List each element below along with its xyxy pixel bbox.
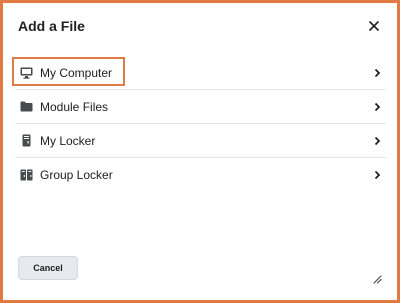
computer-icon bbox=[19, 66, 33, 80]
file-source-label: My Locker bbox=[40, 133, 96, 148]
locker-icon bbox=[19, 134, 33, 148]
file-source-label: Group Locker bbox=[40, 167, 113, 182]
cancel-button[interactable]: Cancel bbox=[18, 256, 78, 280]
group-locker-icon bbox=[19, 168, 33, 182]
chevron-right-icon bbox=[372, 135, 382, 147]
file-source-group-locker[interactable]: Group Locker bbox=[15, 158, 386, 191]
chevron-right-icon bbox=[372, 101, 382, 113]
file-source-list: My Computer Module Files My Locker Group… bbox=[15, 56, 386, 191]
file-source-my-computer[interactable]: My Computer bbox=[15, 56, 386, 90]
file-source-label: My Computer bbox=[40, 65, 113, 80]
close-icon bbox=[369, 21, 379, 31]
file-source-my-locker[interactable]: My Locker bbox=[15, 124, 386, 158]
chevron-right-icon bbox=[372, 67, 382, 79]
folder-icon bbox=[19, 100, 33, 114]
resize-handle-icon[interactable] bbox=[372, 271, 382, 284]
add-file-dialog: Add a File My Computer Module Files My L… bbox=[3, 3, 397, 300]
dialog-title: Add a File bbox=[18, 18, 85, 34]
file-source-label: Module Files bbox=[40, 99, 109, 114]
file-source-module-files[interactable]: Module Files bbox=[15, 90, 386, 124]
chevron-right-icon bbox=[372, 169, 382, 181]
close-button[interactable] bbox=[365, 17, 383, 35]
